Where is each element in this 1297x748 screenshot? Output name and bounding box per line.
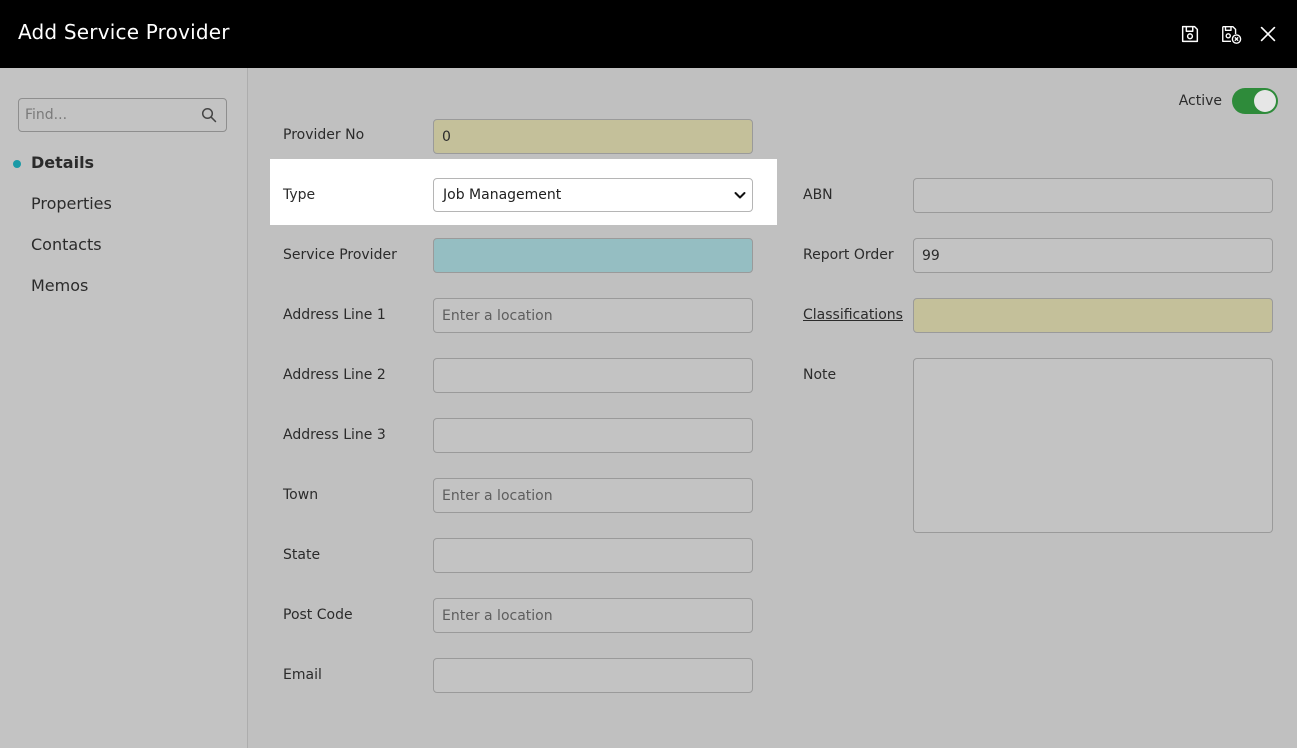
window-title: Add Service Provider — [18, 20, 230, 44]
town-field[interactable] — [433, 478, 753, 513]
find-input[interactable] — [19, 99, 199, 131]
report-order-field[interactable] — [913, 238, 1273, 273]
address-line-3-field[interactable] — [433, 418, 753, 453]
state-label: State — [283, 547, 321, 563]
save-icon — [1181, 25, 1199, 43]
sidebar-item-label: Memos — [31, 276, 89, 295]
sidebar-item-properties[interactable]: Properties — [0, 193, 248, 234]
post-code-label: Post Code — [283, 607, 353, 623]
details-form: Active Provider No Type Job Management S… — [248, 68, 1297, 748]
provider-no-label: Provider No — [283, 127, 365, 143]
service-provider-field[interactable] — [433, 238, 753, 273]
save-button[interactable] — [1178, 22, 1202, 46]
address-line-2-label: Address Line 2 — [283, 367, 386, 383]
close-button[interactable] — [1256, 22, 1280, 46]
note-label: Note — [803, 367, 837, 383]
abn-label: ABN — [803, 187, 833, 203]
sidebar-item-contacts[interactable]: Contacts — [0, 234, 248, 275]
email-label: Email — [283, 667, 322, 683]
report-order-label: Report Order — [803, 247, 894, 263]
type-select-value: Job Management — [443, 187, 562, 203]
provider-no-field[interactable] — [433, 119, 753, 154]
title-bar: Add Service Provider — [0, 0, 1297, 68]
sidebar-item-label: Properties — [31, 194, 112, 213]
active-toggle[interactable] — [1232, 88, 1278, 114]
sidebar-item-details[interactable]: Details — [0, 152, 248, 193]
sidebar: Details Properties Contacts Memos — [0, 68, 248, 748]
address-line-3-label: Address Line 3 — [283, 427, 386, 443]
sidebar-item-memos[interactable]: Memos — [0, 275, 248, 316]
state-field[interactable] — [433, 538, 753, 573]
service-provider-label: Service Provider — [283, 247, 397, 263]
abn-field[interactable] — [913, 178, 1273, 213]
sidebar-item-label: Contacts — [31, 235, 102, 254]
toggle-knob — [1254, 90, 1276, 112]
active-toggle-group: Active — [1179, 88, 1278, 114]
save-and-close-button[interactable] — [1219, 22, 1243, 46]
active-indicator-dot — [13, 160, 21, 168]
note-textarea[interactable] — [913, 358, 1273, 533]
post-code-field[interactable] — [433, 598, 753, 633]
search-icon[interactable] — [201, 107, 217, 123]
chevron-down-icon — [734, 192, 746, 199]
close-icon — [1260, 26, 1276, 42]
town-label: Town — [283, 487, 319, 503]
type-label: Type — [283, 187, 316, 203]
address-line-2-field[interactable] — [433, 358, 753, 393]
find-box — [18, 98, 227, 132]
type-select[interactable]: Job Management — [433, 178, 753, 212]
sidebar-nav: Details Properties Contacts Memos — [0, 152, 248, 316]
sidebar-item-label: Details — [31, 153, 95, 172]
address-line-1-label: Address Line 1 — [283, 307, 386, 323]
classifications-field[interactable] — [913, 298, 1273, 333]
save-close-icon — [1222, 25, 1242, 44]
email-field[interactable] — [433, 658, 753, 693]
active-label: Active — [1178, 93, 1222, 109]
address-line-1-field[interactable] — [433, 298, 753, 333]
classifications-link[interactable]: Classifications — [803, 307, 903, 323]
